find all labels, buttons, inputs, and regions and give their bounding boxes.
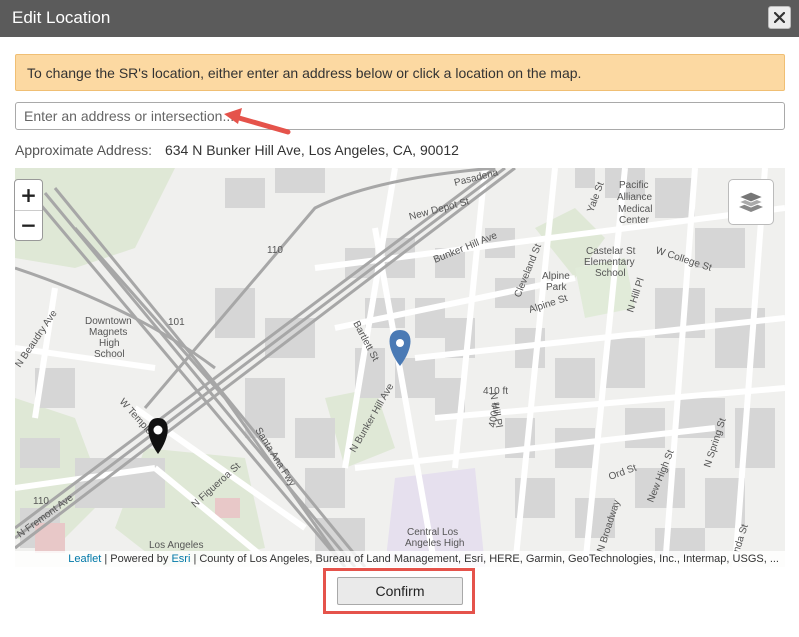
map-label: Elementary [584, 257, 635, 268]
map-label: Castelar St [586, 246, 636, 257]
notice-text: To change the SR's location, either ente… [27, 65, 582, 81]
dialog-title: Edit Location [12, 8, 111, 27]
attribution-powered: | Powered by [101, 553, 172, 565]
map-label: Center [619, 215, 650, 226]
attribution-rest: | County of Los Angeles, Bureau of Land … [190, 553, 779, 565]
zoom-in-button[interactable]: + [15, 180, 42, 211]
approx-value: 634 N Bunker Hill Ave, Los Angeles, CA, … [164, 142, 459, 158]
approx-label: Approximate Address: [15, 142, 152, 158]
map-label: Alliance [617, 192, 652, 203]
instruction-notice: To change the SR's location, either ente… [15, 54, 785, 91]
map-label: 110 [33, 496, 49, 507]
confirm-button[interactable]: Confirm [337, 577, 463, 605]
map-tiles: Pasadena New Depot St Bunker Hill Ave Cl… [15, 168, 785, 567]
close-icon [774, 12, 785, 23]
map-label: 101 [168, 317, 185, 328]
map-label: Downtown [85, 316, 132, 327]
map-label: 110 [267, 245, 283, 256]
dialog-titlebar: Edit Location [0, 0, 799, 37]
map-label: High [99, 338, 120, 349]
approximate-address: Approximate Address: 634 N Bunker Hill Av… [15, 142, 459, 158]
map-label: Magnets [89, 327, 127, 338]
zoom-control: + − [14, 179, 43, 241]
map-label: Medical [618, 204, 652, 215]
map-label: 410 ft [483, 386, 508, 397]
leaflet-link[interactable]: Leaflet [68, 553, 101, 565]
address-input[interactable] [15, 102, 785, 130]
layers-icon [737, 191, 765, 212]
map-label: Pacific [619, 180, 648, 191]
map-attribution: Leaflet | Powered by Esri | County of Lo… [15, 551, 785, 567]
annotation-arrow-icon [224, 108, 291, 135]
esri-link[interactable]: Esri [171, 553, 190, 565]
close-button[interactable] [768, 6, 791, 29]
layers-button[interactable] [728, 179, 774, 225]
location-map[interactable]: Pasadena New Depot St Bunker Hill Ave Cl… [15, 168, 785, 567]
map-label: School [595, 268, 626, 279]
map-label: School [94, 349, 125, 360]
map-label: Los Angeles [149, 540, 204, 551]
map-label: Park [546, 282, 568, 293]
map-label: Central Los [407, 527, 458, 538]
map-label: Angeles High [405, 538, 464, 549]
zoom-out-button[interactable]: − [15, 210, 42, 240]
map-label: Alpine [542, 271, 570, 282]
